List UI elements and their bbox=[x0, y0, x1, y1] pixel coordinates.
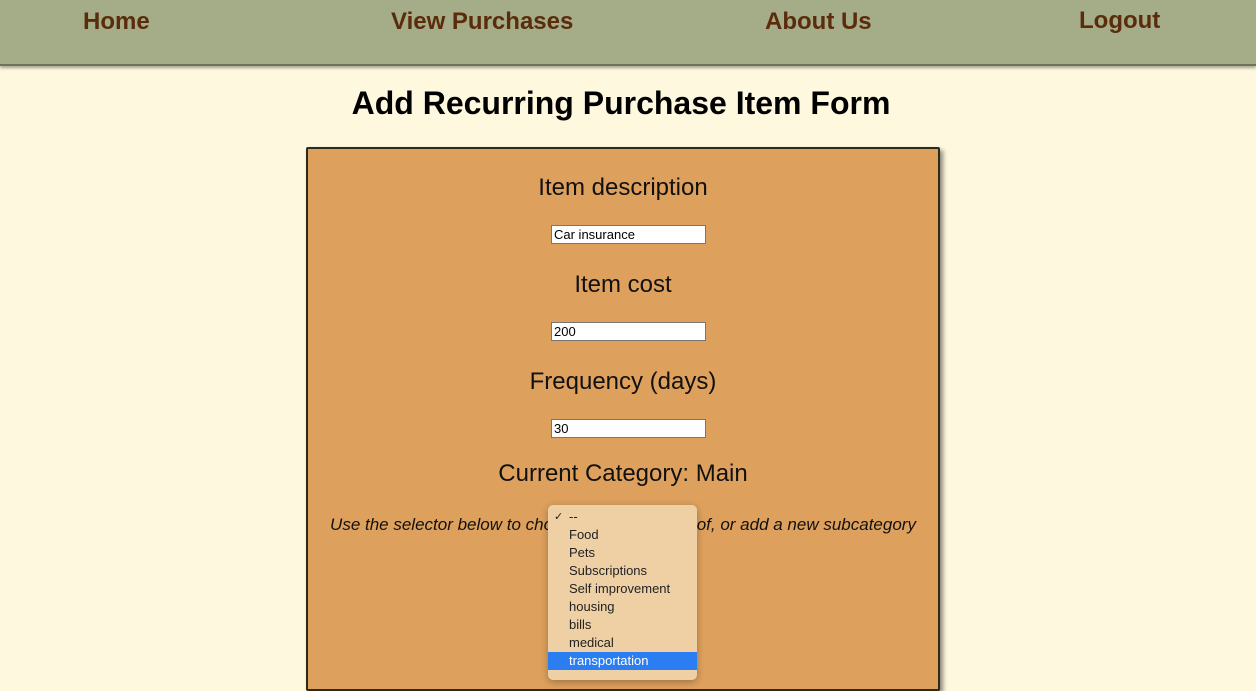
dropdown-option-label: housing bbox=[569, 599, 615, 614]
nav-view-purchases-link[interactable]: View Purchases bbox=[391, 8, 573, 36]
dropdown-option[interactable]: Pets bbox=[548, 544, 697, 562]
nav-home-link[interactable]: Home bbox=[83, 8, 150, 36]
frequency-input[interactable] bbox=[551, 419, 706, 438]
dropdown-option-label: medical bbox=[569, 635, 614, 650]
current-category-label: Current Category: Main bbox=[498, 460, 748, 487]
dropdown-option[interactable]: bills bbox=[548, 616, 697, 634]
page-title: Add Recurring Purchase Item Form bbox=[351, 85, 891, 121]
dropdown-option[interactable]: ✓ -- bbox=[548, 508, 697, 526]
dropdown-option-label: Pets bbox=[569, 545, 596, 560]
dropdown-option[interactable]: housing bbox=[548, 598, 697, 616]
item-description-label: Item description bbox=[538, 174, 708, 201]
item-cost-input[interactable] bbox=[551, 322, 706, 341]
dropdown-option-label: -- bbox=[569, 509, 578, 524]
dropdown-option-highlighted[interactable]: transportation bbox=[548, 652, 697, 670]
dropdown-option[interactable]: medical bbox=[548, 634, 697, 652]
subcategory-dropdown-menu[interactable]: ✓ -- Food Pets Subscriptions Self improve… bbox=[548, 505, 697, 680]
item-description-input[interactable] bbox=[551, 225, 706, 244]
dropdown-option-label: Food bbox=[569, 527, 599, 542]
dropdown-option-label: bills bbox=[569, 617, 592, 632]
item-cost-label: Item cost bbox=[574, 271, 672, 298]
dropdown-option[interactable]: Self improvement bbox=[548, 580, 697, 598]
nav-logout-link[interactable]: Logout bbox=[1079, 7, 1160, 35]
dropdown-option-label: Subscriptions bbox=[569, 563, 648, 578]
frequency-label: Frequency (days) bbox=[529, 368, 717, 395]
dropdown-option-label: transportation bbox=[569, 653, 649, 668]
dropdown-option-label: Self improvement bbox=[569, 581, 671, 596]
nav-about-us-link[interactable]: About Us bbox=[765, 8, 872, 36]
checkmark-icon: ✓ bbox=[554, 511, 564, 523]
navbar: Home View Purchases About Us Logout bbox=[0, 0, 1256, 66]
dropdown-option[interactable]: Subscriptions bbox=[548, 562, 697, 580]
dropdown-option[interactable]: Food bbox=[548, 526, 697, 544]
